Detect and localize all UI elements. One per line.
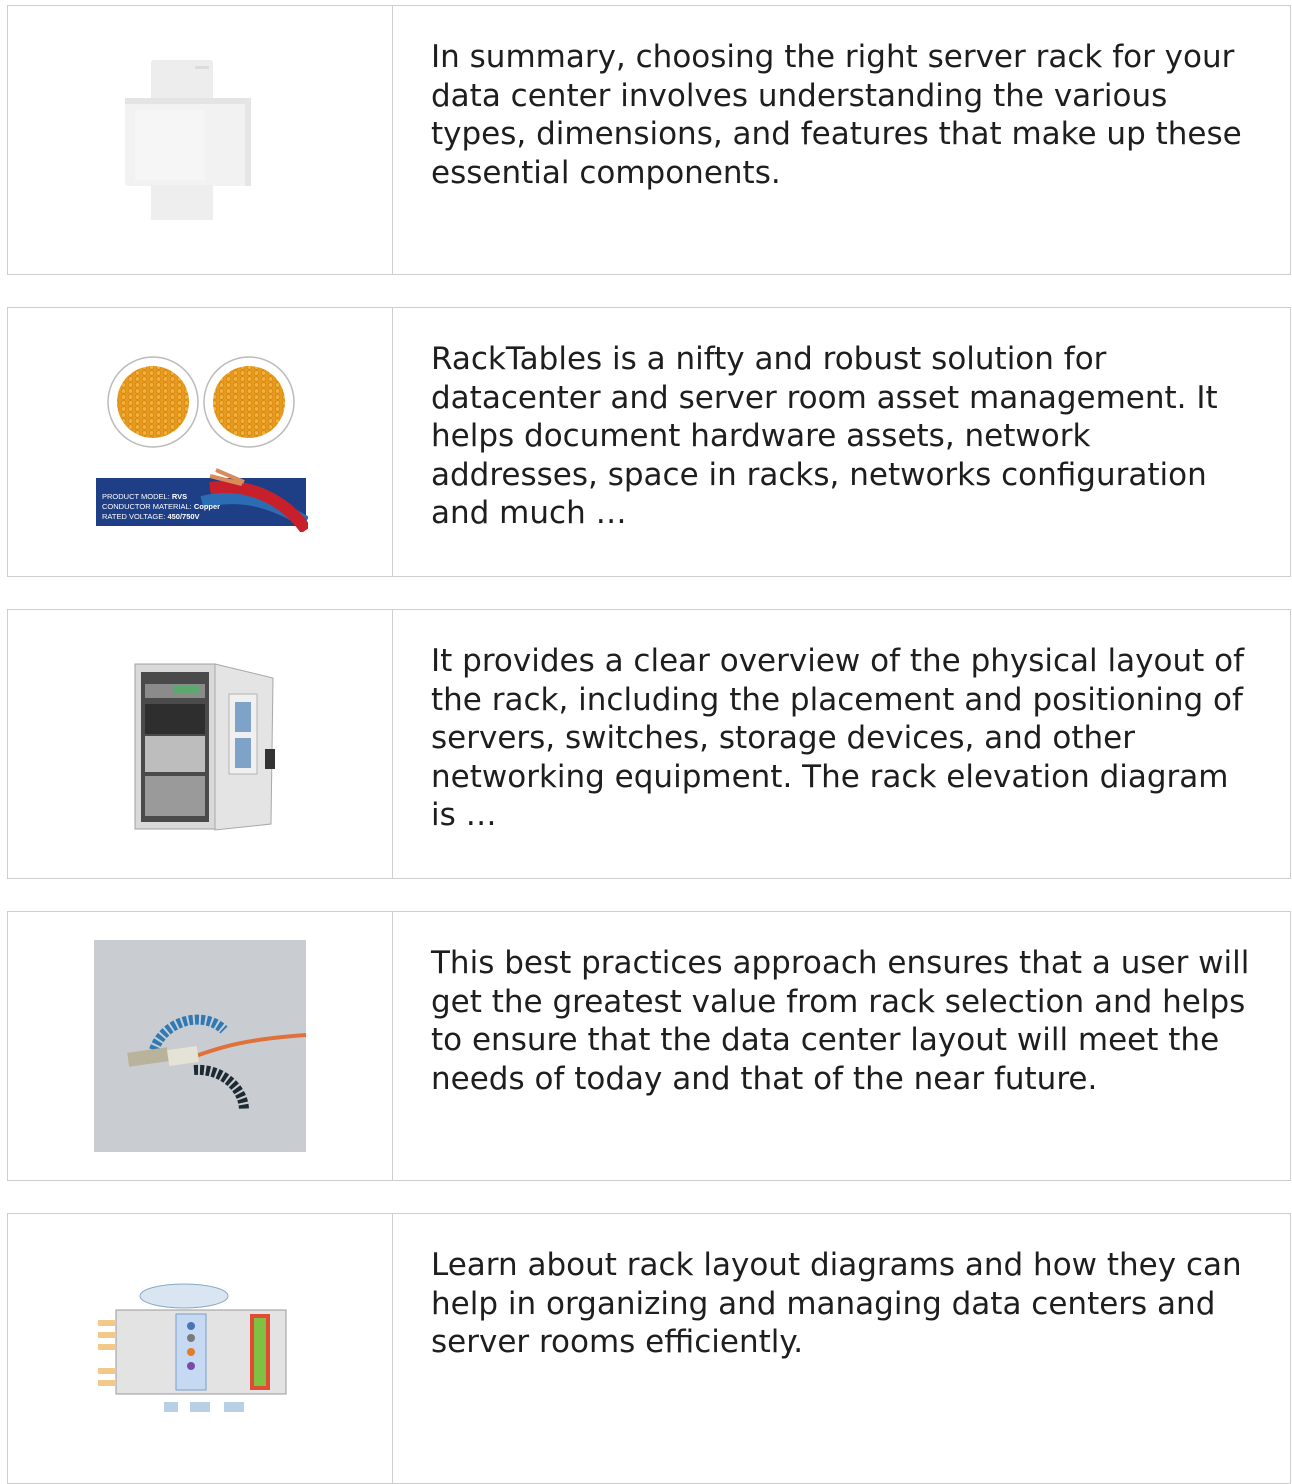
card-description: Learn about rack layout diagrams and how… [393,1214,1290,1483]
network-diagram-image[interactable] [8,1214,393,1483]
fiber-patch-cord-picture [94,940,306,1152]
svg-text:RATED VOLTAGE: 450/750V: RATED VOLTAGE: 450/750V [102,512,200,521]
din-rail-module-picture [125,60,251,220]
result-card[interactable]: It provides a clear overview of the phys… [7,609,1291,879]
card-text: In summary, choosing the right server ra… [431,39,1242,191]
result-card[interactable]: PRODUCT MODEL: RVS CONDUCTOR MATERIAL: C… [7,307,1291,577]
card-description: It provides a clear overview of the phys… [393,610,1290,878]
svg-text:CONDUCTOR MATERIAL: Copper: CONDUCTOR MATERIAL: Copper [102,502,220,511]
outdoor-cabinet-image[interactable] [8,610,393,878]
cable-product-picture: PRODUCT MODEL: RVS CONDUCTOR MATERIAL: C… [96,356,308,532]
result-card[interactable]: In summary, choosing the right server ra… [7,5,1291,275]
cable-product-image[interactable]: PRODUCT MODEL: RVS CONDUCTOR MATERIAL: C… [8,308,393,576]
network-diagram-picture [94,1273,306,1424]
result-card[interactable]: Learn about rack layout diagrams and how… [7,1213,1291,1484]
outdoor-cabinet-picture [134,663,275,831]
svg-text:PRODUCT MODEL: RVS: PRODUCT MODEL: RVS [102,492,187,501]
card-description: This best practices approach ensures tha… [393,912,1290,1180]
card-description: In summary, choosing the right server ra… [393,6,1290,274]
card-text: RackTables is a nifty and robust solutio… [431,341,1218,531]
card-text: Learn about rack layout diagrams and how… [431,1247,1242,1360]
card-text: It provides a clear overview of the phys… [431,643,1244,833]
card-description: RackTables is a nifty and robust solutio… [393,308,1290,576]
card-text: This best practices approach ensures tha… [431,945,1250,1097]
din-rail-module-image[interactable] [8,6,393,274]
fiber-patch-cord-image[interactable] [8,912,393,1180]
result-card[interactable]: This best practices approach ensures tha… [7,911,1291,1181]
